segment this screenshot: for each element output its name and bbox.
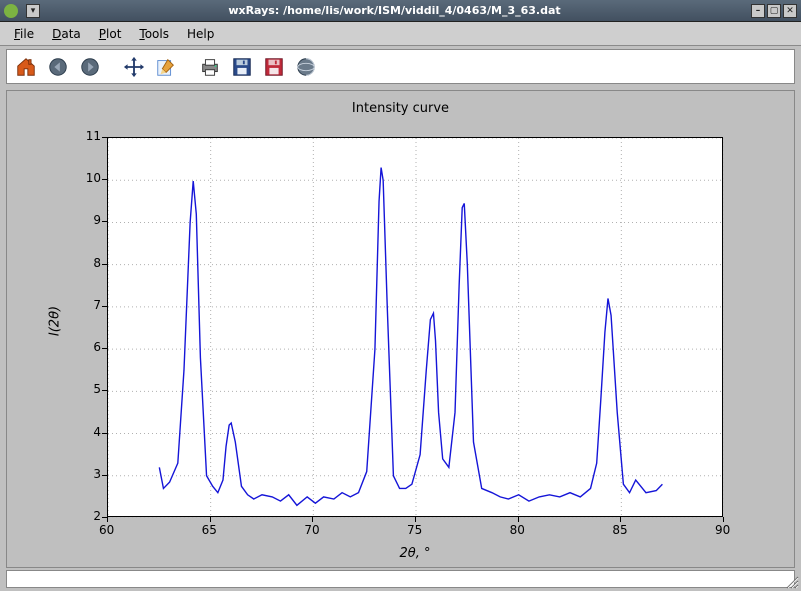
x-tick-label: 85	[612, 523, 627, 537]
save-floppy-icon	[231, 56, 253, 78]
x-tick-label: 80	[510, 523, 525, 537]
pan-button[interactable]	[121, 54, 147, 80]
resize-grip-icon[interactable]	[785, 575, 799, 589]
home-icon	[15, 56, 37, 78]
x-tick-label: 60	[99, 523, 114, 537]
edit-button[interactable]	[153, 54, 179, 80]
x-axis-label: 2θ, °	[400, 546, 431, 561]
y-tick-label: 10	[79, 171, 101, 185]
x-tick-label: 70	[304, 523, 319, 537]
maximize-button[interactable]: ▢	[767, 4, 781, 18]
status-bar	[6, 570, 795, 588]
y-tick-label: 6	[79, 340, 101, 354]
globe-icon	[295, 56, 317, 78]
forward-icon	[79, 56, 101, 78]
globe-button[interactable]	[293, 54, 319, 80]
menu-help[interactable]: Help	[179, 25, 222, 43]
y-tick-label: 5	[79, 382, 101, 396]
window-menu-button[interactable]: ▾	[26, 4, 40, 18]
y-tick-label: 11	[79, 129, 101, 143]
y-tick-label: 2	[79, 509, 101, 523]
y-tick-label: 4	[79, 425, 101, 439]
save-image-icon	[263, 56, 285, 78]
home-button[interactable]	[13, 54, 39, 80]
plot-title: Intensity curve	[25, 101, 776, 116]
back-icon	[47, 56, 69, 78]
titlebar: ▾ wxRays: /home/lis/work/ISM/viddil_4/04…	[0, 0, 801, 22]
print-icon	[199, 56, 221, 78]
pan-icon	[123, 56, 145, 78]
x-tick-label: 90	[715, 523, 730, 537]
menu-data[interactable]: Data	[44, 25, 89, 43]
save-button[interactable]	[229, 54, 255, 80]
y-tick-label: 7	[79, 298, 101, 312]
y-tick-label: 8	[79, 256, 101, 270]
app-icon	[4, 4, 18, 18]
y-tick-label: 9	[79, 213, 101, 227]
x-tick-label: 65	[202, 523, 217, 537]
x-tick-label: 75	[407, 523, 422, 537]
menu-file[interactable]: File	[6, 25, 42, 43]
menu-tools[interactable]: Tools	[131, 25, 177, 43]
print-button[interactable]	[197, 54, 223, 80]
y-tick-label: 3	[79, 467, 101, 481]
edit-icon	[155, 56, 177, 78]
chart-canvas	[108, 138, 724, 518]
back-button[interactable]	[45, 54, 71, 80]
window-title: wxRays: /home/lis/work/ISM/viddil_4/0463…	[40, 4, 749, 17]
toolbar	[6, 49, 795, 84]
menubar: File Data Plot Tools Help	[0, 22, 801, 46]
plot-frame	[107, 137, 723, 517]
close-button[interactable]: ✕	[783, 4, 797, 18]
y-axis-label: I(2θ)	[48, 306, 63, 336]
plot-area[interactable]: Intensity curve I(2θ) 2θ, ° 606570758085…	[6, 90, 795, 568]
minimize-button[interactable]: –	[751, 4, 765, 18]
menu-plot[interactable]: Plot	[91, 25, 130, 43]
forward-button[interactable]	[77, 54, 103, 80]
save-image-button[interactable]	[261, 54, 287, 80]
